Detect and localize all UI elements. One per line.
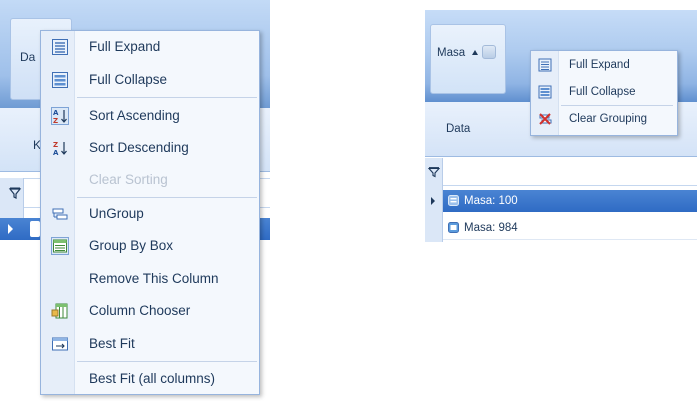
menu-item-clear-sorting: Clear Sorting [41, 164, 259, 196]
column-context-menu: Full Expand Full Collapse A Z Sort Ascen… [40, 30, 260, 395]
menu-item-label: Clear Sorting [89, 172, 168, 187]
sort-ascending-indicator-icon [472, 50, 478, 55]
menu-item-sort-descending[interactable]: Z A Sort Descending [41, 132, 259, 164]
group-expander-icon[interactable] [30, 221, 40, 237]
menu-separator [77, 361, 257, 362]
row-indicator-arrow-icon [8, 224, 13, 234]
sort-ascending-icon: A Z [51, 107, 69, 125]
menu-item-ungroup[interactable]: UnGroup [41, 198, 259, 230]
svg-text:Z: Z [53, 117, 58, 125]
menu-item-label: Full Collapse [89, 72, 168, 87]
menu-item-label: Sort Descending [89, 140, 189, 155]
menu-item-label: Best Fit [89, 336, 135, 351]
menu-item-column-chooser[interactable]: Column Chooser [41, 295, 259, 327]
svg-text:A: A [53, 109, 59, 117]
menu-separator [561, 105, 673, 106]
menu-item-label: Clear Grouping [569, 113, 647, 125]
ungroup-icon [52, 208, 68, 220]
full-expand-icon [538, 58, 552, 72]
group-row-label: Masa: 100 [464, 195, 518, 207]
group-expand-icon[interactable] [448, 195, 459, 206]
menu-item-label: Column Chooser [89, 303, 191, 318]
menu-item-best-fit-all-columns[interactable]: Best Fit (all columns) [41, 363, 259, 395]
best-fit-icon [52, 337, 68, 351]
svg-text:Z: Z [53, 141, 58, 149]
menu-item-group-by-box[interactable]: Group By Box [41, 230, 259, 262]
menu-item-label: Remove This Column [89, 271, 219, 286]
filter-icon[interactable] [428, 166, 440, 178]
menu-item-label: Best Fit (all columns) [89, 371, 216, 386]
full-expand-icon [52, 39, 68, 55]
menu-item-label: UnGroup [89, 206, 144, 221]
menu-item-full-collapse[interactable]: Full Collapse [531, 80, 677, 106]
menu-item-sort-ascending[interactable]: A Z Sort Ascending [41, 100, 259, 132]
group-by-box-icon [51, 237, 69, 255]
row-indicator-arrow-icon [431, 197, 435, 205]
filter-icon[interactable] [8, 186, 22, 200]
menu-item-label: Full Expand [89, 39, 161, 54]
group-column-tab-label: Da [20, 50, 36, 64]
menu-item-clear-grouping[interactable]: Clear Grouping [531, 107, 677, 133]
menu-item-label: Full Collapse [569, 86, 636, 98]
column-header-label[interactable]: Data [446, 123, 470, 135]
menu-item-full-expand[interactable]: Full Expand [531, 53, 677, 79]
filter-row[interactable] [425, 158, 697, 186]
group-column-tab[interactable] [430, 24, 506, 94]
group-column-tab-label: Masa [437, 47, 466, 59]
column-chooser-icon [51, 303, 68, 319]
full-collapse-icon [538, 85, 552, 99]
sort-descending-icon: Z A [53, 141, 67, 157]
group-context-menu: Full Expand Full Collapse Clear Grouping [530, 50, 678, 136]
menu-item-best-fit[interactable]: Best Fit [41, 328, 259, 360]
svg-text:A: A [53, 149, 59, 157]
group-expand-icon[interactable] [448, 222, 459, 233]
menu-item-remove-this-column[interactable]: Remove This Column [41, 263, 259, 295]
menu-item-label: Sort Ascending [89, 108, 180, 123]
menu-item-label: Full Expand [569, 59, 630, 71]
menu-item-label: Group By Box [89, 238, 174, 253]
clear-grouping-icon [539, 113, 552, 125]
remove-group-button[interactable] [482, 45, 496, 59]
group-row-label: Masa: 984 [464, 222, 518, 234]
menu-separator [77, 97, 257, 98]
menu-item-full-collapse[interactable]: Full Collapse [41, 64, 259, 96]
menu-item-full-expand[interactable]: Full Expand [41, 31, 259, 63]
full-collapse-icon [52, 72, 68, 88]
